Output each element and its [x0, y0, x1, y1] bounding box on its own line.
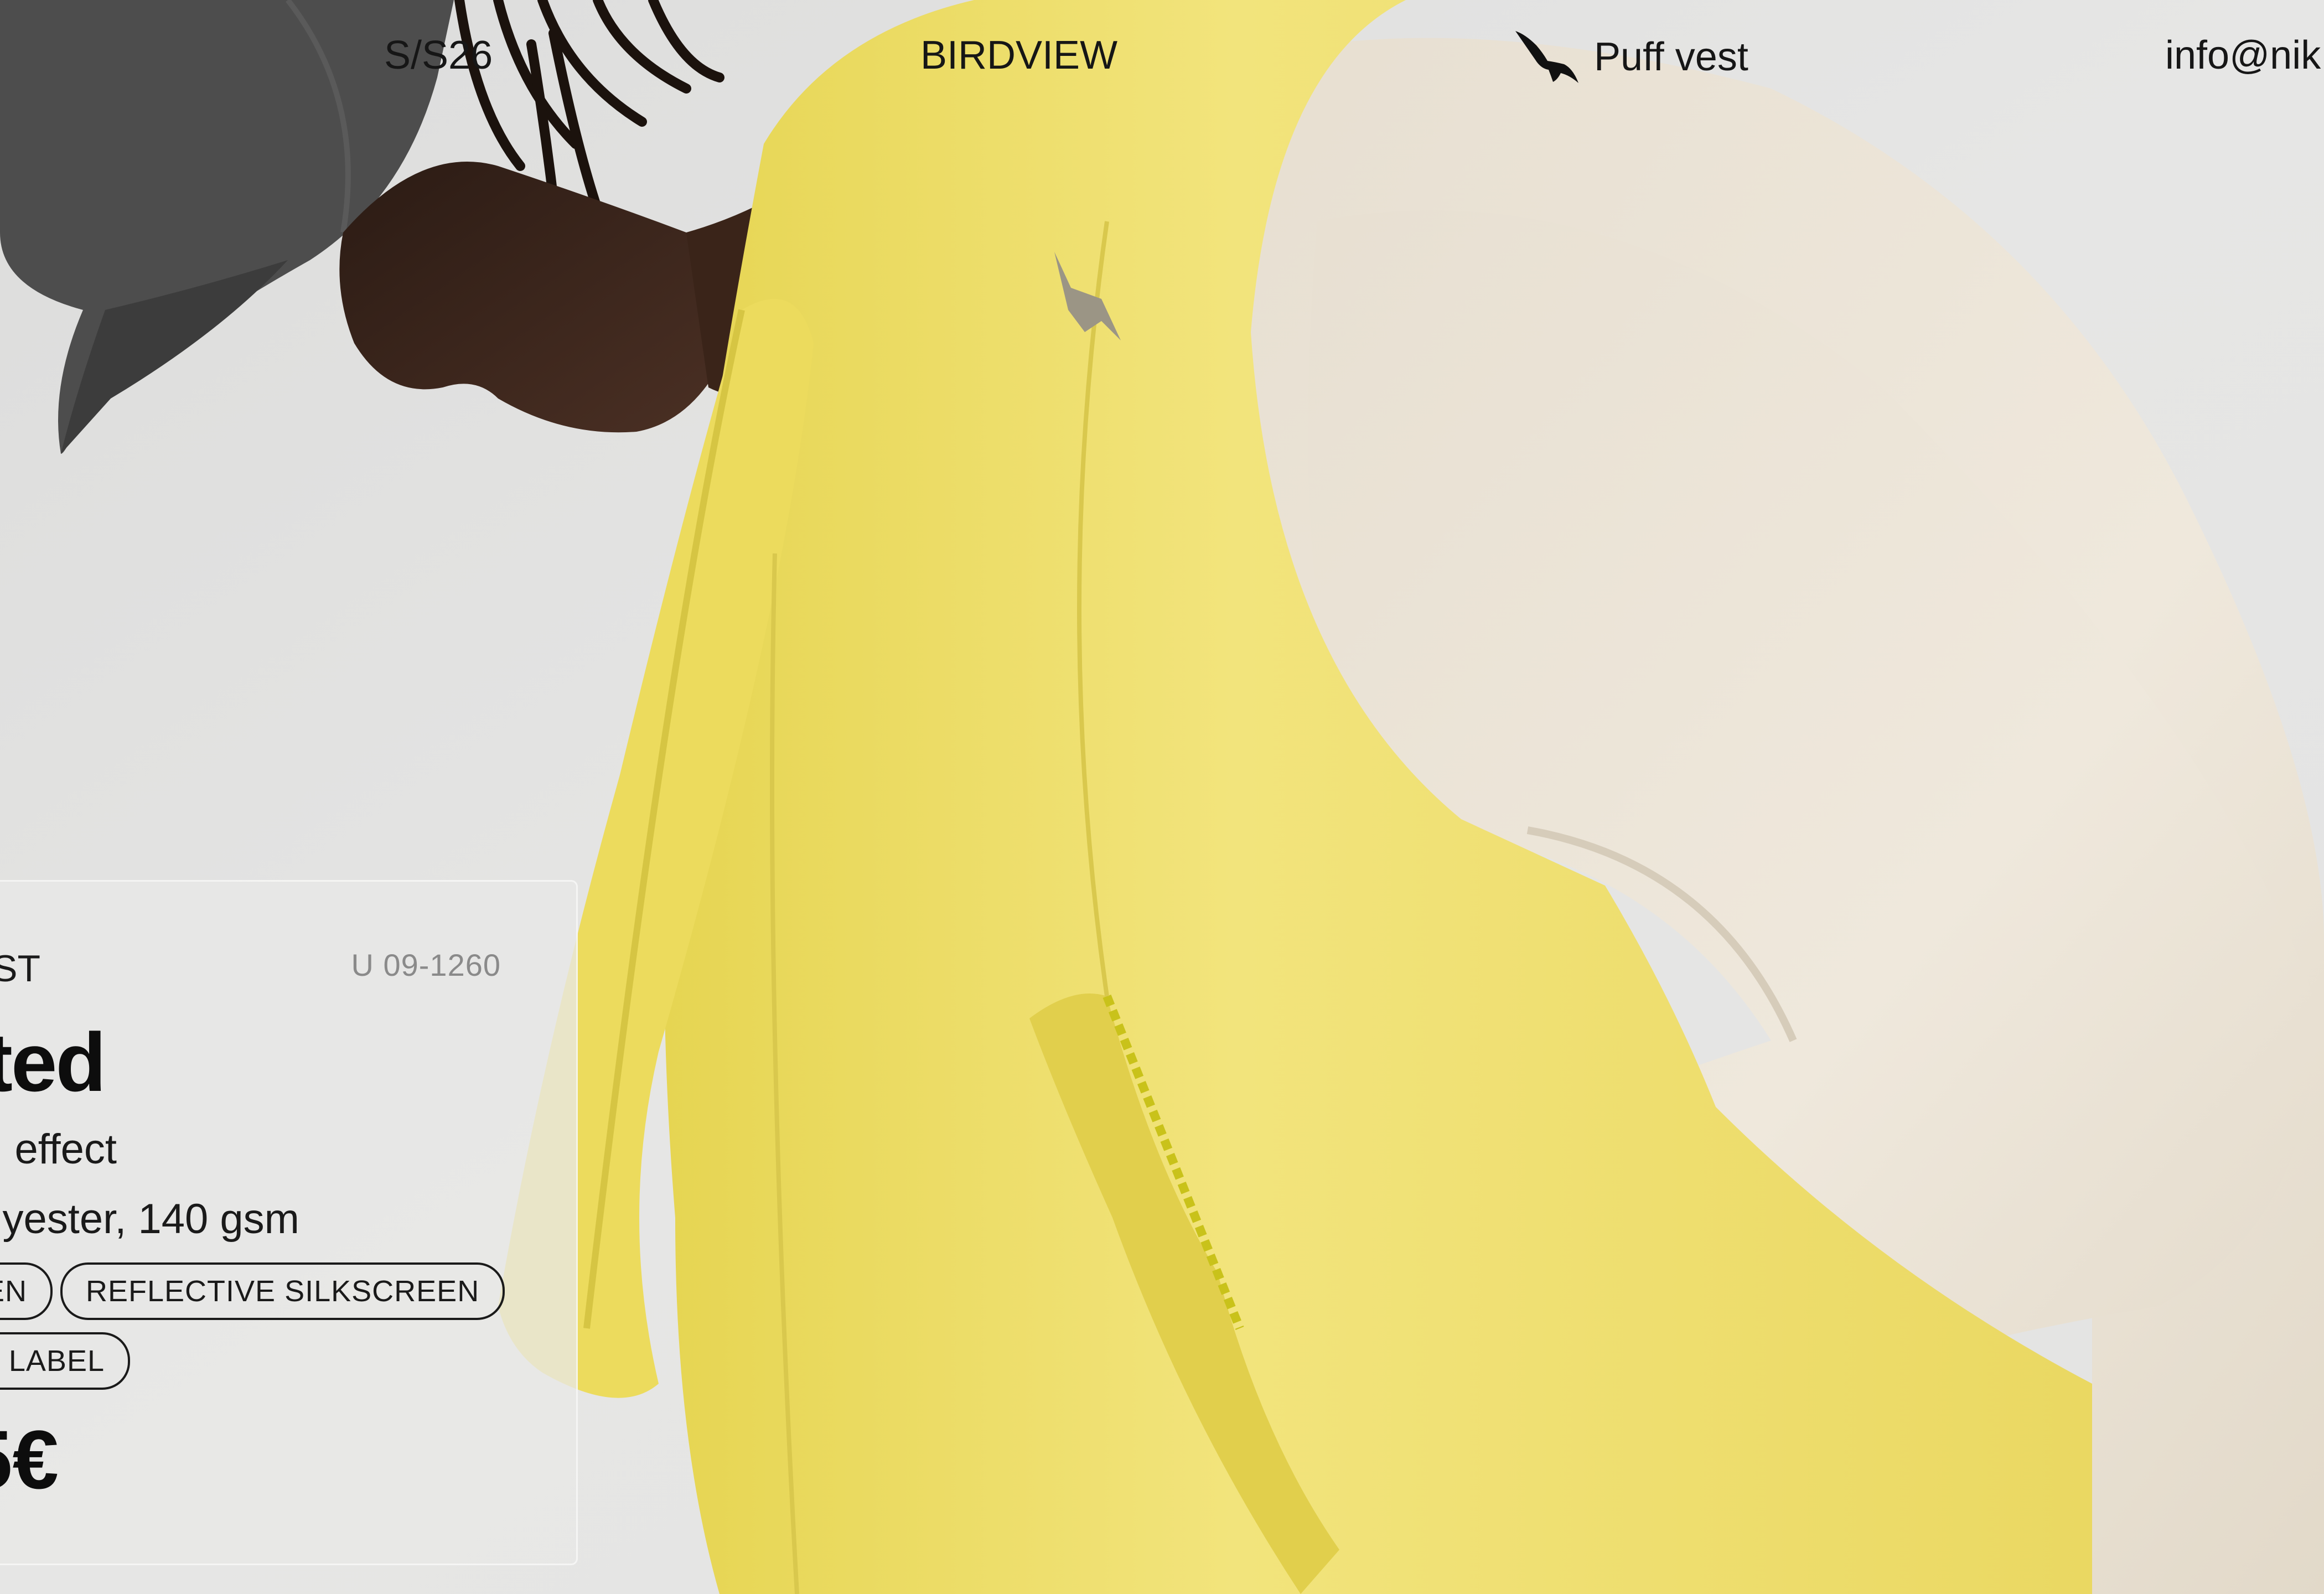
- product-material: yester, 140 gsm: [2, 1196, 300, 1243]
- product-description: effect: [14, 1126, 117, 1173]
- product-page: S/S26 BIRDVIEW Puff vest info@nik ST U 0…: [0, 0, 2324, 1594]
- product-category: ST: [0, 948, 40, 990]
- season-link[interactable]: S/S26: [384, 29, 493, 82]
- bird-icon: [1515, 31, 1578, 83]
- feature-tag: REFLECTIVE SILKSCREEN: [60, 1262, 505, 1320]
- product-code: U 09-1260: [351, 948, 501, 982]
- brand-logo[interactable]: BIRDVIEW: [920, 29, 1117, 82]
- feature-tag: EN: [0, 1262, 53, 1320]
- feature-tag: D LABEL: [0, 1332, 130, 1390]
- product-name: ted: [0, 1016, 106, 1109]
- product-price: 5€: [0, 1413, 59, 1506]
- product-link[interactable]: Puff vest: [1514, 29, 1748, 85]
- email-link[interactable]: info@nik: [2165, 29, 2321, 82]
- top-navigation: S/S26 BIRDVIEW Puff vest info@nik: [0, 0, 2324, 111]
- product-info-card: ST U 09-1260 ted effect yester, 140 gsm …: [0, 880, 578, 1565]
- product-link-label: Puff vest: [1594, 35, 1748, 79]
